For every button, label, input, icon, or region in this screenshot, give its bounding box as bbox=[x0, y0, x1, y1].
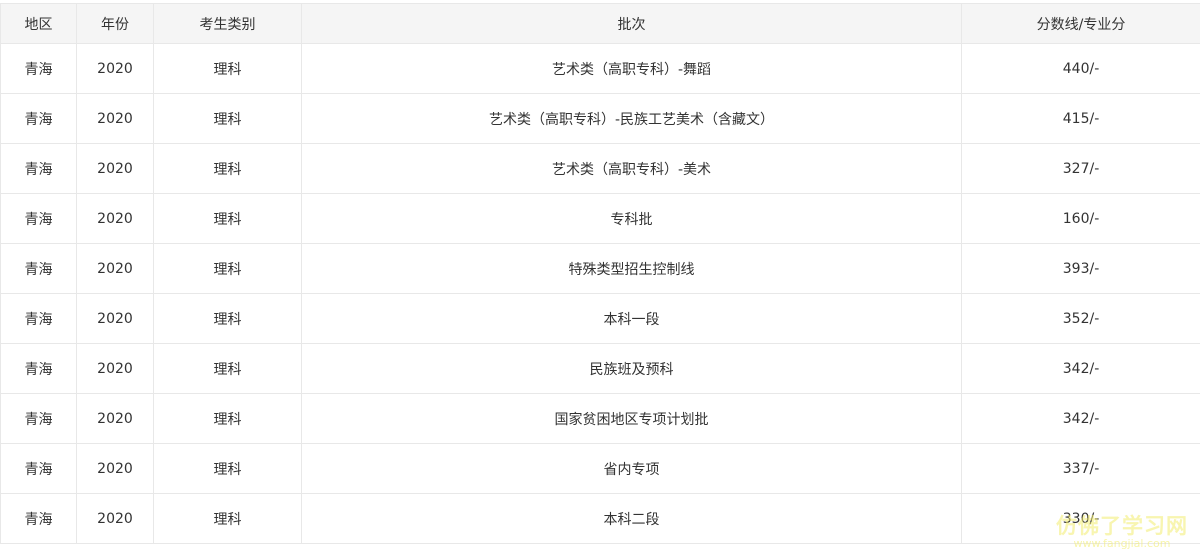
table-row: 青海 2020 理科 民族班及预科 342/- bbox=[0, 343, 1200, 394]
table-row: 青海 2020 理科 省内专项 337/- bbox=[0, 443, 1200, 494]
table-body: 青海 2020 理科 艺术类（高职专科）-舞蹈 440/- 青海 2020 理科… bbox=[0, 43, 1200, 544]
cell-score: 393/- bbox=[961, 243, 1200, 294]
table-row: 青海 2020 理科 特殊类型招生控制线 393/- bbox=[0, 243, 1200, 294]
cell-region: 青海 bbox=[0, 193, 77, 244]
cell-score: 440/- bbox=[961, 43, 1200, 94]
cell-batch: 本科二段 bbox=[301, 493, 962, 544]
cell-score: 342/- bbox=[961, 343, 1200, 394]
cell-score: 337/- bbox=[961, 443, 1200, 494]
cell-candidate-type: 理科 bbox=[153, 43, 302, 94]
cell-score: 327/- bbox=[961, 143, 1200, 194]
table-row: 青海 2020 理科 本科二段 330/- bbox=[0, 493, 1200, 544]
cell-region: 青海 bbox=[0, 43, 77, 94]
cell-year: 2020 bbox=[76, 393, 154, 444]
cell-year: 2020 bbox=[76, 243, 154, 294]
cell-candidate-type: 理科 bbox=[153, 243, 302, 294]
cell-batch: 本科一段 bbox=[301, 293, 962, 344]
cell-region: 青海 bbox=[0, 393, 77, 444]
cell-region: 青海 bbox=[0, 293, 77, 344]
cell-batch: 专科批 bbox=[301, 193, 962, 244]
cell-region: 青海 bbox=[0, 93, 77, 144]
cell-region: 青海 bbox=[0, 443, 77, 494]
cell-year: 2020 bbox=[76, 293, 154, 344]
header-row: 地区 年份 考生类别 批次 分数线/专业分 bbox=[0, 3, 1200, 44]
cell-batch: 国家贫困地区专项计划批 bbox=[301, 393, 962, 444]
header-region: 地区 bbox=[0, 3, 77, 44]
table-row: 青海 2020 理科 国家贫困地区专项计划批 342/- bbox=[0, 393, 1200, 444]
cell-batch: 艺术类（高职专科）-民族工艺美术（含藏文） bbox=[301, 93, 962, 144]
cell-candidate-type: 理科 bbox=[153, 393, 302, 444]
cell-region: 青海 bbox=[0, 143, 77, 194]
header-candidate-type: 考生类别 bbox=[153, 3, 302, 44]
cell-score: 342/- bbox=[961, 393, 1200, 444]
cell-batch: 艺术类（高职专科）-美术 bbox=[301, 143, 962, 194]
cell-score: 160/- bbox=[961, 193, 1200, 244]
cell-candidate-type: 理科 bbox=[153, 443, 302, 494]
cell-batch: 省内专项 bbox=[301, 443, 962, 494]
cell-batch: 民族班及预科 bbox=[301, 343, 962, 394]
table-row: 青海 2020 理科 专科批 160/- bbox=[0, 193, 1200, 244]
table-row: 青海 2020 理科 艺术类（高职专科）-舞蹈 440/- bbox=[0, 43, 1200, 94]
table-header: 地区 年份 考生类别 批次 分数线/专业分 bbox=[0, 3, 1200, 44]
cell-candidate-type: 理科 bbox=[153, 343, 302, 394]
cell-batch: 艺术类（高职专科）-舞蹈 bbox=[301, 43, 962, 94]
table-row: 青海 2020 理科 艺术类（高职专科）-美术 327/- bbox=[0, 143, 1200, 194]
table-row: 青海 2020 理科 本科一段 352/- bbox=[0, 293, 1200, 344]
cell-candidate-type: 理科 bbox=[153, 93, 302, 144]
cell-batch: 特殊类型招生控制线 bbox=[301, 243, 962, 294]
cell-year: 2020 bbox=[76, 343, 154, 394]
cell-year: 2020 bbox=[76, 193, 154, 244]
table-row: 青海 2020 理科 艺术类（高职专科）-民族工艺美术（含藏文） 415/- bbox=[0, 93, 1200, 144]
cell-score: 352/- bbox=[961, 293, 1200, 344]
cell-year: 2020 bbox=[76, 143, 154, 194]
cell-candidate-type: 理科 bbox=[153, 293, 302, 344]
header-year: 年份 bbox=[76, 3, 154, 44]
cell-year: 2020 bbox=[76, 93, 154, 144]
cell-score: 415/- bbox=[961, 93, 1200, 144]
cell-candidate-type: 理科 bbox=[153, 493, 302, 544]
cell-year: 2020 bbox=[76, 443, 154, 494]
header-score: 分数线/专业分 bbox=[961, 3, 1200, 44]
cell-region: 青海 bbox=[0, 343, 77, 394]
cell-region: 青海 bbox=[0, 493, 77, 544]
score-line-table: 地区 年份 考生类别 批次 分数线/专业分 青海 2020 理科 艺术类（高职专… bbox=[0, 3, 1200, 544]
cell-year: 2020 bbox=[76, 43, 154, 94]
cell-score: 330/- bbox=[961, 493, 1200, 544]
cell-candidate-type: 理科 bbox=[153, 143, 302, 194]
cell-region: 青海 bbox=[0, 243, 77, 294]
header-batch: 批次 bbox=[301, 3, 962, 44]
cell-year: 2020 bbox=[76, 493, 154, 544]
cell-candidate-type: 理科 bbox=[153, 193, 302, 244]
